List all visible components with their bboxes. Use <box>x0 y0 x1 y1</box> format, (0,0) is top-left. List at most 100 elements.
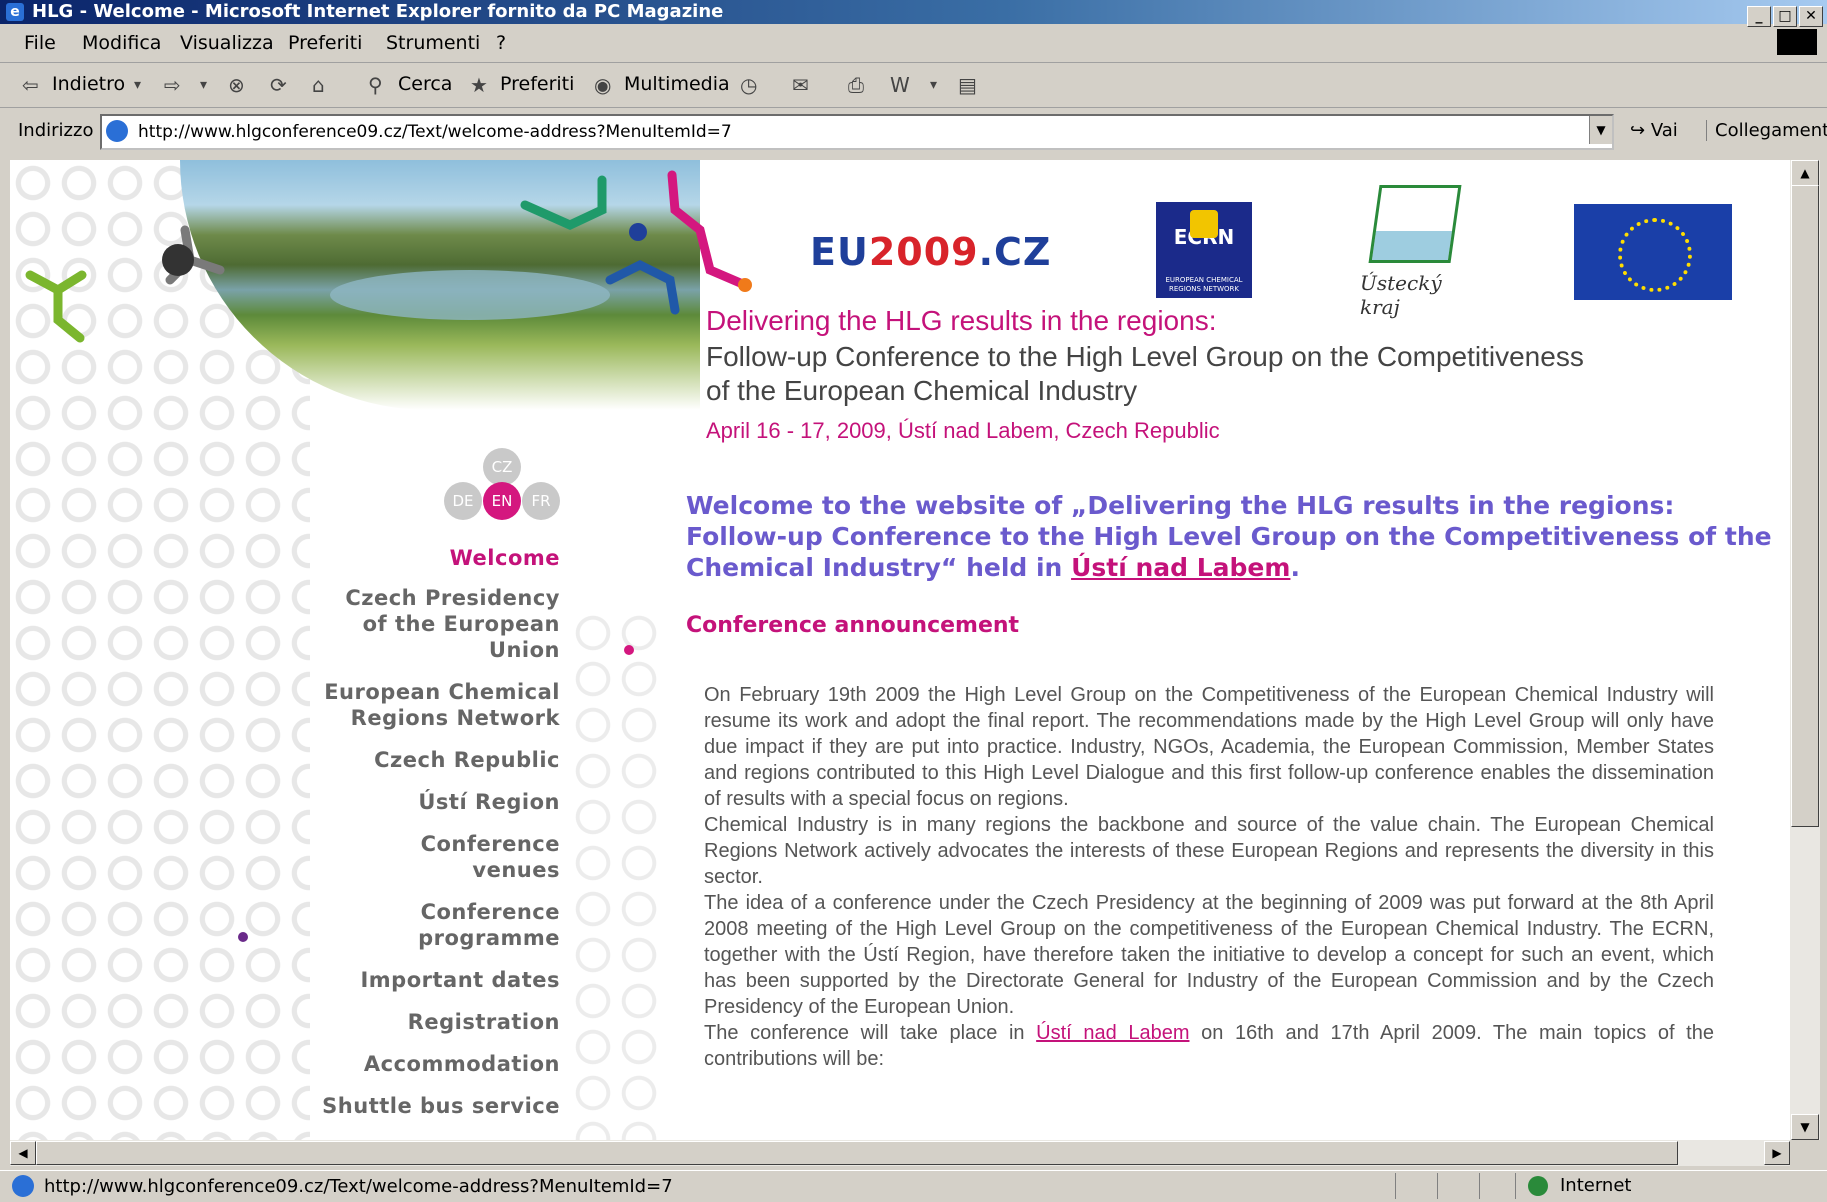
media-button-label[interactable]: Multimedia <box>624 73 730 95</box>
molecule-blue-dot <box>629 223 647 241</box>
page-viewport: EU2009.CZ ECRN EUROPEAN CHEMICAL REGIONS… <box>10 160 1790 1140</box>
links-button[interactable]: Collegamenti <box>1706 120 1827 141</box>
menu-file[interactable]: File <box>24 32 56 54</box>
address-input[interactable]: http://www.hlgconference09.cz/Text/welco… <box>100 114 1614 150</box>
edit-dropdown-icon[interactable]: ▾ <box>930 77 937 93</box>
go-label: Vai <box>1650 120 1678 141</box>
discuss-icon[interactable]: ▤ <box>958 73 977 97</box>
address-url[interactable]: http://www.hlgconference09.cz/Text/welco… <box>138 122 732 142</box>
eu2009-logo[interactable]: EU2009.CZ <box>810 230 1051 274</box>
forward-arrow-icon[interactable]: ⇨ <box>164 73 181 97</box>
nav-conference-programme[interactable]: Conference programme <box>418 899 560 951</box>
back-arrow-icon[interactable]: ⇦ <box>22 73 39 97</box>
ecrn-logo[interactable]: ECRN EUROPEAN CHEMICAL REGIONS NETWORK <box>1156 202 1252 298</box>
address-dropdown-icon[interactable]: ▼ <box>1589 116 1612 144</box>
molecule-blue <box>605 259 680 315</box>
welcome-heading: Welcome to the website of „Delivering th… <box>686 490 1781 583</box>
nav-usti-region[interactable]: Ústí Region <box>418 789 560 815</box>
favorites-icon[interactable]: ★ <box>470 73 488 97</box>
home-icon[interactable]: ⌂ <box>312 73 325 97</box>
zone-label: Internet <box>1560 1175 1632 1196</box>
nav-conference-programme-line2: programme <box>418 926 560 950</box>
edit-word-icon[interactable]: W <box>890 73 910 97</box>
windows-logo-icon <box>1777 29 1817 55</box>
ecrn-logo-subtitle: EUROPEAN CHEMICAL REGIONS NETWORK <box>1165 276 1243 293</box>
nav-czech-presidency[interactable]: Czech Presidency of the European Union <box>345 585 560 663</box>
conference-subtitle-line2: of the European Chemical Industry <box>706 375 1138 406</box>
vertical-scrollbar[interactable]: ▲ ▼ <box>1790 160 1820 1140</box>
announcement-heading: Conference announcement <box>686 613 1020 638</box>
nav-shuttle-bus[interactable]: Shuttle bus service <box>322 1093 560 1119</box>
nav-ecrn-line1: European Chemical <box>324 680 560 704</box>
security-zone: Internet <box>1515 1173 1816 1199</box>
language-selector: CZ DE EN FR <box>430 448 570 520</box>
horizontal-scrollbar[interactable]: ◀ ▶ <box>10 1140 1790 1166</box>
nav-registration[interactable]: Registration <box>408 1009 560 1035</box>
window-title: HLG - Welcome - Microsoft Internet Explo… <box>32 1 724 22</box>
forward-dropdown-icon[interactable]: ▾ <box>200 77 207 93</box>
nav-important-dates[interactable]: Important dates <box>360 967 560 993</box>
lang-de[interactable]: DE <box>444 482 482 520</box>
molecule-decoration <box>25 170 752 343</box>
nav-czech-presidency-line3: Union <box>488 638 560 662</box>
search-icon[interactable]: ⚲ <box>368 73 383 97</box>
scroll-up-icon[interactable]: ▲ <box>1791 160 1819 186</box>
nav-ecrn-line2: Regions Network <box>350 706 560 730</box>
usti-region-logo[interactable]: Ústecký kraj <box>1360 185 1470 319</box>
menu-visualizza[interactable]: Visualizza <box>180 32 274 54</box>
molecule-dark-hex <box>162 244 194 276</box>
paragraph-1: On February 19th 2009 the High Level Gro… <box>704 684 1714 810</box>
scroll-left-icon[interactable]: ◀ <box>10 1141 36 1165</box>
ecrn-hexagon-icon <box>1190 210 1218 238</box>
window-titlebar: e HLG - Welcome - Microsoft Internet Exp… <box>0 0 1827 27</box>
nav-ecrn[interactable]: European Chemical Regions Network <box>324 679 560 731</box>
molecule-teal <box>520 175 607 230</box>
nav-conference-venues[interactable]: Conference venues <box>421 831 560 883</box>
usti-link[interactable]: Ústí nad Labem <box>1071 553 1290 582</box>
conference-title: Delivering the HLG results in the region… <box>706 305 1217 336</box>
eu-flag-logo[interactable] <box>1574 204 1732 300</box>
eu2009-logo-prefix: EU <box>810 230 869 274</box>
nav-czech-republic[interactable]: Czech Republic <box>374 747 560 773</box>
nav-welcome[interactable]: Welcome <box>450 545 560 571</box>
favorites-button-label[interactable]: Preferiti <box>500 73 574 95</box>
lang-en[interactable]: EN <box>483 482 521 520</box>
status-cell <box>1479 1173 1520 1199</box>
nav-conference-programme-line1: Conference <box>420 900 560 924</box>
hexagon-pattern-middle <box>570 610 660 1140</box>
scroll-right-icon[interactable]: ▶ <box>1764 1141 1790 1165</box>
conference-subtitle-line1: Follow-up Conference to the High Level G… <box>706 341 1584 372</box>
nav-conference-venues-line2: venues <box>472 858 560 882</box>
lang-fr[interactable]: FR <box>522 482 560 520</box>
conference-date: April 16 - 17, 2009, Ústí nad Labem, Cze… <box>706 418 1220 443</box>
refresh-icon[interactable]: ⟳ <box>270 73 287 97</box>
stop-icon[interactable]: ⊗ <box>228 73 245 97</box>
menu-modifica[interactable]: Modifica <box>82 32 161 54</box>
back-button-label[interactable]: Indietro <box>52 73 125 95</box>
paragraph-4-start: The conference will take place in <box>704 1022 1037 1044</box>
search-button-label[interactable]: Cerca <box>398 73 452 95</box>
horizontal-scroll-thumb[interactable] <box>36 1141 1678 1165</box>
usti-link-2[interactable]: Ústí nad Labem <box>1036 1022 1189 1044</box>
menu-help[interactable]: ? <box>496 32 506 54</box>
conference-subtitle: Follow-up Conference to the High Level G… <box>706 340 1686 408</box>
menu-bar: File Modifica Visualizza Preferiti Strum… <box>0 24 1827 63</box>
print-icon[interactable]: ⎙ <box>848 73 864 97</box>
scroll-down-icon[interactable]: ▼ <box>1791 1114 1819 1140</box>
welcome-end: . <box>1290 553 1300 582</box>
back-dropdown-icon[interactable]: ▾ <box>134 77 141 93</box>
ie-icon: e <box>6 3 24 21</box>
eu2009-logo-suffix: .CZ <box>978 230 1052 274</box>
nav-accommodation[interactable]: Accommodation <box>364 1051 560 1077</box>
menu-preferiti[interactable]: Preferiti <box>288 32 362 54</box>
media-icon[interactable]: ◉ <box>594 73 611 97</box>
history-icon[interactable]: ◷ <box>740 73 757 97</box>
eu-stars-icon <box>1618 218 1692 292</box>
menu-strumenti[interactable]: Strumenti <box>386 32 480 54</box>
go-button[interactable]: ↪ Vai <box>1630 120 1678 141</box>
globe-icon <box>1528 1176 1548 1196</box>
mail-icon[interactable]: ✉ <box>792 73 809 97</box>
vertical-scroll-thumb[interactable] <box>1791 185 1819 827</box>
lang-cz[interactable]: CZ <box>483 448 521 486</box>
eu2009-logo-number: 2009 <box>868 230 979 274</box>
